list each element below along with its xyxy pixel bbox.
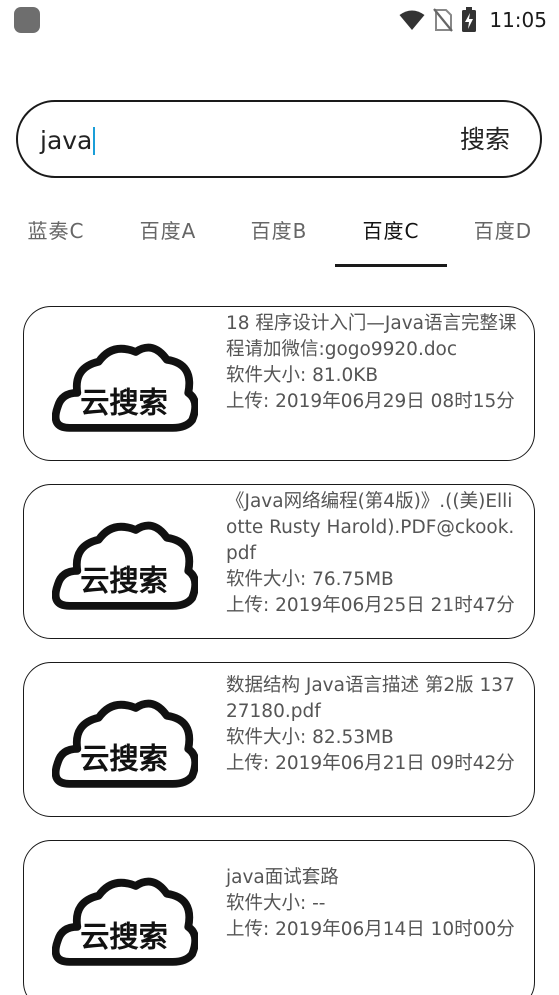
result-info: java面试套路 软件大小: -- 上传: 2019年06月14日 10时00分	[226, 865, 522, 943]
result-card-4[interactable]: 云搜索 java面试套路 软件大小: -- 上传: 2019年06月14日 10…	[23, 840, 535, 995]
result-title: 数据结构 Java语言描述 第2版 13727180.pdf	[226, 675, 515, 722]
cloud-search-logo-icon: 云搜索	[52, 337, 198, 437]
tab-baidu-d[interactable]: 百度D	[455, 208, 551, 268]
result-info: 数据结构 Java语言描述 第2版 13727180.pdf 软件大小: 82.…	[226, 673, 522, 777]
result-upload-date: 上传: 2019年06月29日 08时15分	[226, 391, 515, 412]
result-card-2[interactable]: 云搜索 《Java网络编程(第4版)》.((美)Elliotte Rusty H…	[23, 484, 535, 639]
logo-text: 云搜索	[80, 919, 168, 953]
search-input-value: java	[40, 126, 93, 155]
result-upload-date: 上传: 2019年06月21日 09时42分	[226, 753, 515, 774]
result-size: 软件大小: --	[226, 893, 326, 914]
source-tabs: 蓝奏C 百度A 百度B 百度C 百度D	[0, 208, 559, 270]
logo-text: 云搜索	[80, 563, 168, 597]
wifi-icon	[399, 10, 425, 30]
result-info: 《Java网络编程(第4版)》.((美)Elliotte Rusty Harol…	[226, 489, 522, 619]
status-icons: 11:05	[399, 6, 547, 34]
tab-baidu-a[interactable]: 百度A	[120, 208, 216, 268]
tab-baidu-b[interactable]: 百度B	[231, 208, 327, 268]
logo-text: 云搜索	[80, 741, 168, 775]
result-title: 《Java网络编程(第4版)》.((美)Elliotte Rusty Harol…	[226, 491, 515, 564]
cloud-search-logo-icon: 云搜索	[52, 693, 198, 793]
cloud-search-logo-icon: 云搜索	[52, 871, 198, 971]
active-tab-indicator	[335, 264, 447, 267]
cloud-search-logo-icon: 云搜索	[52, 515, 198, 615]
search-box[interactable]: java 搜索	[16, 100, 542, 178]
result-size: 软件大小: 82.53MB	[226, 727, 394, 748]
tab-lanzou-c[interactable]: 蓝奏C	[8, 208, 104, 268]
logo-text: 云搜索	[80, 385, 168, 419]
search-input[interactable]: java	[40, 126, 96, 156]
result-upload-date: 上传: 2019年06月25日 21时47分	[226, 595, 515, 616]
result-size: 软件大小: 81.0KB	[226, 365, 379, 386]
result-size: 软件大小: 76.75MB	[226, 569, 394, 590]
result-card-3[interactable]: 云搜索 数据结构 Java语言描述 第2版 13727180.pdf 软件大小:…	[23, 662, 535, 817]
result-upload-date: 上传: 2019年06月14日 10时00分	[226, 919, 515, 940]
tab-baidu-c[interactable]: 百度C	[343, 208, 439, 268]
app-notification-icon	[14, 7, 40, 33]
text-caret	[93, 127, 96, 155]
status-time: 11:05	[489, 8, 547, 32]
search-button[interactable]: 搜索	[460, 124, 510, 156]
result-card-1[interactable]: 云搜索 18 程序设计入门—Java语言完整课程请加微信:gogo9920.do…	[23, 306, 535, 461]
no-sim-icon	[433, 8, 454, 32]
result-info: 18 程序设计入门—Java语言完整课程请加微信:gogo9920.doc 软件…	[226, 311, 522, 415]
result-title: java面试套路	[226, 867, 339, 888]
battery-charging-icon	[462, 7, 477, 32]
status-bar: 11:05	[0, 0, 559, 40]
result-title: 18 程序设计入门—Java语言完整课程请加微信:gogo9920.doc	[226, 313, 517, 360]
